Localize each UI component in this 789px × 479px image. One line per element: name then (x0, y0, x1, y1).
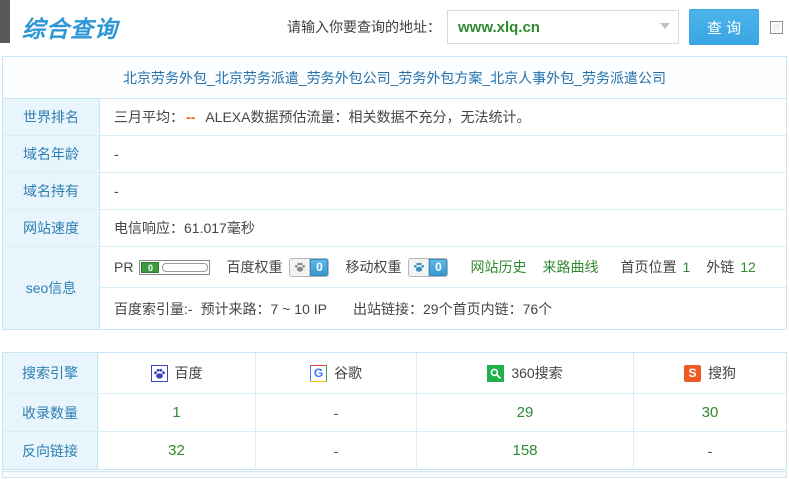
baidu-weight-badge[interactable]: 0 (289, 258, 329, 277)
comprehensive-query-page: 综合查询 请输入你要查询的地址： 查 询 北京劳务外包_北京劳务派遣_劳务外包公… (0, 0, 789, 479)
mobile-weight-label: 移动权重 (345, 257, 401, 277)
baidu-index-text: 百度索引量:- (114, 299, 193, 319)
world-rank-row: 世界排名 三月平均： -- ALEXA数据预估流量：相关数据不充分，无法统计。 (3, 99, 786, 136)
engine-name: 搜狗 (708, 363, 736, 383)
page-header: 综合查询 请输入你要查询的地址： 查 询 (0, 0, 789, 55)
360-included-value: 29 (417, 394, 634, 431)
pagerank-bar: 0 (139, 260, 210, 275)
domain-age-label: 域名年龄 (3, 136, 100, 172)
engine-header-label: 搜索引擎 (3, 353, 98, 393)
baidu-paw-icon (290, 259, 310, 276)
domain-age-row: 域名年龄 - (3, 136, 786, 173)
site-speed-row: 网站速度 电信响应：61.017毫秒 (3, 210, 786, 247)
pagerank-track (162, 263, 208, 272)
site-info-table: 北京劳务外包_北京劳务派遣_劳务外包公司_劳务外包方案_北京人事外包_劳务派遣公… (2, 56, 787, 330)
included-count-row: 收录数量 1 - 29 30 (3, 394, 786, 432)
query-form: 请输入你要查询的地址： 查 询 (287, 9, 783, 45)
site-speed-value: 电信响应：61.017毫秒 (100, 210, 786, 246)
baidu-paw-icon (151, 365, 168, 382)
query-button[interactable]: 查 询 (689, 9, 759, 45)
pagerank-value: 0 (141, 262, 159, 273)
google-g-icon: G (310, 365, 327, 382)
world-rank-content: 三月平均： -- ALEXA数据预估流量：相关数据不充分，无法统计。 (100, 99, 786, 135)
world-rank-prefix: 三月平均： (114, 107, 184, 127)
backlink-row: 反向链接 32 - 158 - (3, 432, 786, 469)
360-magnifier-icon (487, 365, 504, 382)
outlink-value: 12 (740, 259, 756, 275)
engine-name: 360搜索 (511, 363, 562, 383)
domain-holder-value: - (100, 173, 786, 209)
seo-line-1: PR 0 百度权重 0 移动权重 (100, 247, 786, 288)
engine-google-header[interactable]: G 谷歌 (256, 353, 417, 393)
header-accent-bar (0, 0, 10, 43)
site-title-link[interactable]: 北京劳务外包_北京劳务派遣_劳务外包公司_劳务外包方案_北京人事外包_劳务派遣公… (3, 57, 786, 99)
domain-holder-label: 域名持有 (3, 173, 100, 209)
outlink-label: 外链 (706, 257, 734, 277)
domain-holder-row: 域名持有 - (3, 173, 786, 210)
mobile-weight-value: 0 (429, 259, 447, 276)
sogou-s-icon: S (684, 365, 701, 382)
page-title: 综合查询 (22, 10, 118, 44)
engine-sogou-header[interactable]: S 搜狗 (634, 353, 786, 393)
url-input-wrap (447, 10, 679, 44)
home-position-label: 首页位置 (620, 257, 676, 277)
seo-info-label: seo信息 (3, 247, 100, 329)
seo-info-row: seo信息 PR 0 百度权重 0 移动权重 (3, 247, 786, 329)
baidu-weight-label: 百度权重 (226, 257, 282, 277)
360-backlink-value: 158 (417, 432, 634, 469)
estimated-traffic-text: 预计来路：7 ~ 10 IP (201, 299, 327, 319)
chevron-down-icon[interactable] (660, 23, 670, 29)
backlink-label: 反向链接 (3, 432, 98, 469)
baidu-weight-value: 0 (310, 259, 328, 276)
site-history-link[interactable]: 网站历史 (470, 257, 526, 277)
pr-label: PR (114, 259, 133, 275)
google-included-value: - (256, 394, 417, 431)
included-count-label: 收录数量 (3, 394, 98, 431)
traffic-curve-link[interactable]: 来路曲线 (542, 257, 598, 277)
engine-name: 谷歌 (334, 363, 362, 383)
seo-info-content: PR 0 百度权重 0 移动权重 (100, 247, 786, 329)
mobile-paw-icon (409, 259, 429, 276)
sogou-backlink-value: - (634, 432, 786, 469)
baidu-included-value: 1 (98, 394, 256, 431)
outbound-links-text: 出站链接：29个首页内链：76个 (353, 299, 552, 319)
seo-line-2: 百度索引量:- 预计来路：7 ~ 10 IP 出站链接：29个首页内链：76个 (100, 288, 786, 329)
world-rank-suffix: ALEXA数据预估流量：相关数据不充分，无法统计。 (205, 107, 530, 127)
baidu-backlink-value: 32 (98, 432, 256, 469)
engine-header-row: 搜索引擎 百度 G 谷歌 360搜索 S 搜狗 (3, 353, 786, 394)
google-backlink-value: - (256, 432, 417, 469)
site-speed-label: 网站速度 (3, 210, 100, 246)
engine-baidu-header[interactable]: 百度 (98, 353, 256, 393)
engine-360-header[interactable]: 360搜索 (417, 353, 634, 393)
engine-name: 百度 (175, 363, 203, 383)
next-table-partial-edge (2, 471, 787, 478)
mobile-weight-badge[interactable]: 0 (408, 258, 448, 277)
domain-age-value: - (100, 136, 786, 172)
world-rank-label: 世界排名 (3, 99, 100, 135)
url-input[interactable] (448, 19, 643, 36)
home-position-value: 1 (682, 259, 690, 275)
option-checkbox[interactable] (770, 21, 783, 34)
world-rank-dash: -- (186, 109, 195, 125)
search-engine-table: 搜索引擎 百度 G 谷歌 360搜索 S 搜狗 (2, 352, 787, 470)
url-input-label: 请输入你要查询的地址： (287, 17, 441, 37)
sogou-included-value: 30 (634, 394, 786, 431)
